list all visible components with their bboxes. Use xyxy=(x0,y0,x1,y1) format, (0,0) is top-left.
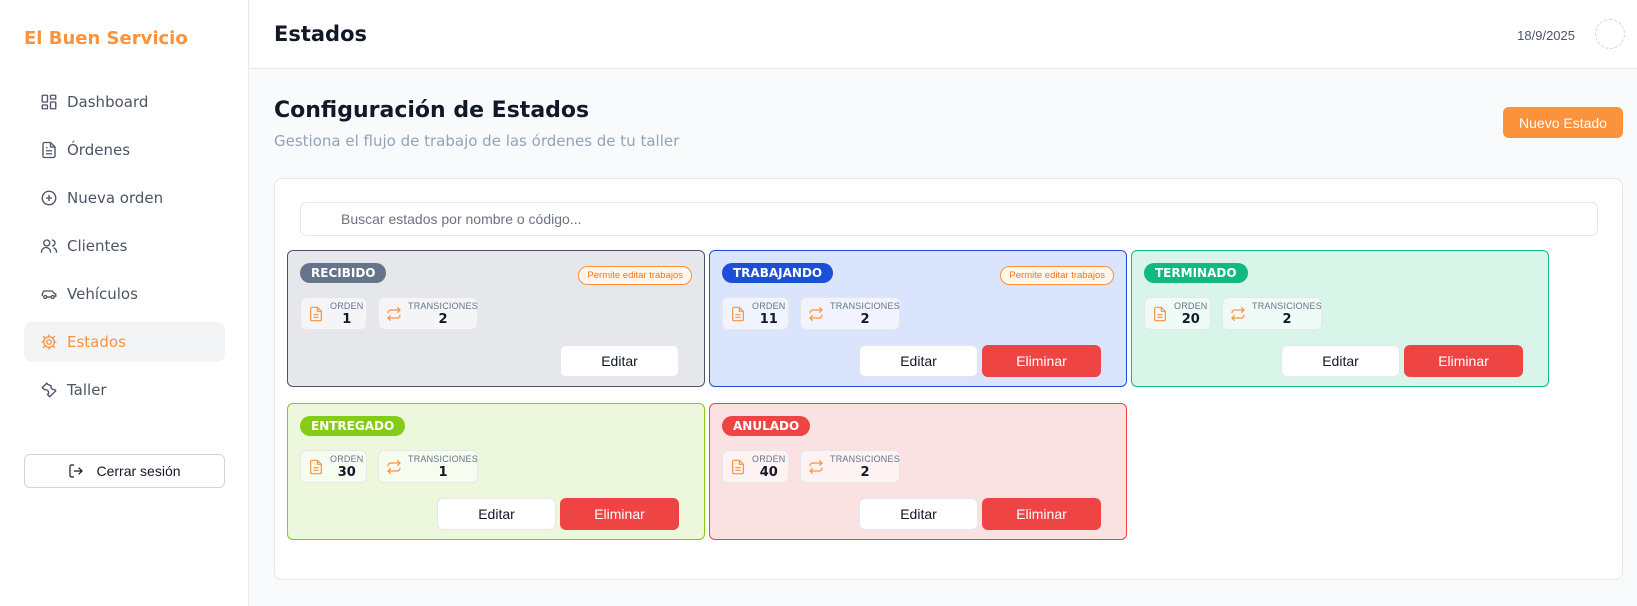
document-icon xyxy=(308,306,324,322)
state-badge: RECIBIDO xyxy=(300,263,387,283)
sidebar-item-nueva-orden[interactable]: Nueva orden xyxy=(24,178,225,218)
transitions-label: TRANSICIONES xyxy=(408,453,478,464)
swap-arrows-icon xyxy=(386,459,402,475)
swap-arrows-icon xyxy=(1230,306,1246,322)
current-date: 18/9/2025 xyxy=(1517,28,1575,43)
transitions-value: 2 xyxy=(438,311,448,327)
document-icon xyxy=(730,459,746,475)
order-stat: ORDEN 40 xyxy=(722,450,789,483)
transitions-stat: TRANSICIONES 2 xyxy=(800,297,900,330)
transitions-stat: TRANSICIONES 1 xyxy=(378,450,478,483)
document-icon xyxy=(308,459,324,475)
page-subtitle: Gestiona el flujo de trabajo de las órde… xyxy=(274,132,680,150)
delete-button[interactable]: Eliminar xyxy=(982,498,1101,530)
state-card-trabajando: TRABAJANDO Permite editar trabajos ORDEN 11… xyxy=(709,250,1127,387)
avatar[interactable] xyxy=(1595,19,1625,49)
order-stat: ORDEN 30 xyxy=(300,450,367,483)
sidebar: El Buen Servicio Dashboard Órdenes Nueva… xyxy=(0,0,249,606)
transitions-stat: TRANSICIONES 2 xyxy=(378,297,478,330)
order-stat: ORDEN 11 xyxy=(722,297,789,330)
swap-arrows-icon xyxy=(386,306,402,322)
logout-label: Cerrar sesión xyxy=(96,463,181,479)
order-value: 40 xyxy=(759,464,778,480)
edit-button[interactable]: Editar xyxy=(859,345,978,377)
search-input[interactable] xyxy=(300,202,1598,236)
state-card-entregado: ENTREGADO ORDEN 30 TRANSICIONES 1 Editar Elimi… xyxy=(287,403,705,540)
transitions-value: 2 xyxy=(1282,311,1292,327)
edit-button[interactable]: Editar xyxy=(1281,345,1400,377)
brand-name: El Buen Servicio xyxy=(24,28,188,49)
sidebar-item-label: Dashboard xyxy=(67,93,149,111)
delete-button[interactable]: Eliminar xyxy=(1404,345,1523,377)
logout-button[interactable]: Cerrar sesión xyxy=(24,454,225,488)
state-badge: ENTREGADO xyxy=(300,416,406,436)
order-value: 30 xyxy=(337,464,356,480)
swap-arrows-icon xyxy=(808,306,824,322)
order-label: ORDEN xyxy=(752,453,786,464)
sidebar-item-label: Órdenes xyxy=(67,141,131,159)
edit-button[interactable]: Editar xyxy=(560,345,679,377)
order-label: ORDEN xyxy=(330,300,364,311)
transitions-value: 2 xyxy=(860,464,870,480)
users-icon xyxy=(40,237,58,255)
car-icon xyxy=(40,285,58,303)
document-icon xyxy=(730,306,746,322)
swap-arrows-icon xyxy=(808,459,824,475)
transitions-stat: TRANSICIONES 2 xyxy=(800,450,900,483)
page-title: Configuración de Estados xyxy=(274,98,590,123)
sidebar-item-taller[interactable]: Taller xyxy=(24,370,225,410)
sidebar-item-dashboard[interactable]: Dashboard xyxy=(24,82,225,122)
order-label: ORDEN xyxy=(1174,300,1208,311)
edit-button[interactable]: Editar xyxy=(859,498,978,530)
state-badge: ANULADO xyxy=(722,416,811,436)
state-card-anulado: ANULADO ORDEN 40 TRANSICIONES 2 Editar Elimina… xyxy=(709,403,1127,540)
edit-button[interactable]: Editar xyxy=(437,498,556,530)
state-badge: TRABAJANDO xyxy=(722,263,834,283)
page-header-title: Estados xyxy=(274,22,368,46)
order-label: ORDEN xyxy=(330,453,364,464)
transitions-value: 2 xyxy=(860,311,870,327)
transitions-stat: TRANSICIONES 2 xyxy=(1222,297,1322,330)
order-label: ORDEN xyxy=(752,300,786,311)
sidebar-item-label: Vehículos xyxy=(67,285,138,303)
transitions-label: TRANSICIONES xyxy=(408,300,478,311)
logout-icon xyxy=(68,463,84,479)
sidebar-item-vehiculos[interactable]: Vehículos xyxy=(24,274,225,314)
wrench-icon xyxy=(40,381,58,399)
delete-button[interactable]: Eliminar xyxy=(560,498,679,530)
allows-edit-badge: Permite editar trabajos xyxy=(578,266,692,285)
transitions-label: TRANSICIONES xyxy=(1252,300,1322,311)
transitions-label: TRANSICIONES xyxy=(830,453,900,464)
order-value: 11 xyxy=(759,311,778,327)
state-card-recibido: RECIBIDO Permite editar trabajos ORDEN 1 TRA… xyxy=(287,250,705,387)
sidebar-item-estados[interactable]: Estados xyxy=(24,322,225,362)
states-panel: RECIBIDOPermite editar trabajosORDEN1TRA… xyxy=(274,178,1623,580)
sidebar-item-label: Estados xyxy=(67,333,126,351)
order-value: 1 xyxy=(342,311,352,327)
state-badge: TERMINADO xyxy=(1144,263,1248,283)
delete-button[interactable]: Eliminar xyxy=(982,345,1101,377)
gear-icon xyxy=(40,333,58,351)
order-stat: ORDEN 20 xyxy=(1144,297,1211,330)
sidebar-item-label: Taller xyxy=(67,381,107,399)
state-card-terminado: TERMINADO ORDEN 20 TRANSICIONES 2 Editar Elimi… xyxy=(1131,250,1549,387)
document-icon xyxy=(1152,306,1168,322)
order-value: 20 xyxy=(1181,311,1200,327)
new-state-button[interactable]: Nuevo Estado xyxy=(1503,107,1623,138)
sidebar-item-clientes[interactable]: Clientes xyxy=(24,226,225,266)
sidebar-item-label: Nueva orden xyxy=(67,189,164,207)
sidebar-nav: Dashboard Órdenes Nueva orden Clientes V… xyxy=(24,82,225,418)
sidebar-item-ordenes[interactable]: Órdenes xyxy=(24,130,225,170)
document-icon xyxy=(40,141,58,159)
topbar: Estados 18/9/2025 xyxy=(250,0,1637,69)
transitions-value: 1 xyxy=(438,464,448,480)
allows-edit-badge: Permite editar trabajos xyxy=(1000,266,1114,285)
transitions-label: TRANSICIONES xyxy=(830,300,900,311)
plus-circle-icon xyxy=(40,189,58,207)
sidebar-item-label: Clientes xyxy=(67,237,128,255)
dashboard-icon xyxy=(40,93,58,111)
order-stat: ORDEN 1 xyxy=(300,297,367,330)
